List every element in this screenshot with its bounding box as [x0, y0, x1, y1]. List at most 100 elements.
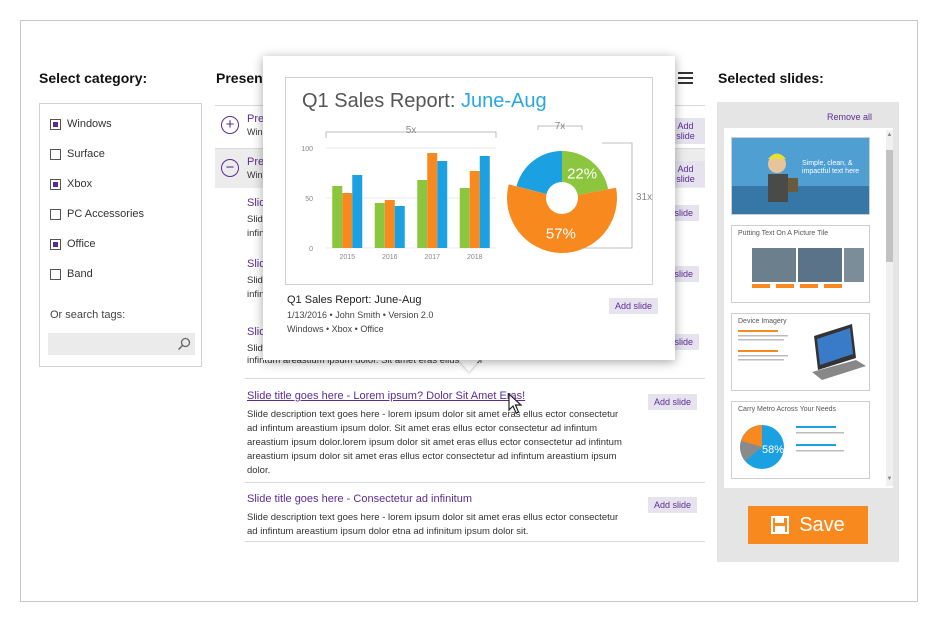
category-label: Xbox	[67, 178, 93, 190]
popup-slide-name: Q1 Sales Report: June-Aug	[287, 294, 422, 306]
bar	[479, 156, 490, 248]
menu-icon[interactable]	[678, 72, 693, 84]
slide-desc: Slid	[247, 275, 263, 286]
mouse-cursor-icon	[508, 393, 523, 414]
thumbs-scrollbar[interactable]: ▲ ▼	[886, 130, 893, 486]
slide-thumb[interactable]: Device Imagery	[731, 313, 870, 391]
save-label: Save	[799, 513, 845, 536]
x-tick-label: 2018	[467, 254, 483, 261]
bar	[352, 175, 363, 248]
category-heading: Select category:	[39, 70, 148, 86]
selected-slides-heading: Selected slides:	[718, 70, 824, 86]
presentation-subtitle: Win	[247, 127, 263, 137]
slide-item: Slide title goes here - Consectetur ad i…	[245, 489, 705, 539]
search-tags-input[interactable]	[48, 333, 195, 355]
checkbox-unchecked[interactable]	[50, 148, 61, 160]
presentation-subtitle: Win	[247, 170, 263, 180]
slide-description: Slide description text goes here - lorem…	[247, 512, 619, 537]
slide-title-link[interactable]: Slide title goes here - Consectetur ad i…	[247, 493, 472, 505]
y-tick-label: 50	[305, 196, 313, 203]
category-office[interactable]: Office	[50, 236, 96, 252]
y-tick-label: 100	[301, 146, 313, 153]
popup-add-slide-button[interactable]: Add slide	[609, 298, 659, 314]
slide-thumb[interactable]: Putting Text On A Picture Tile	[731, 225, 870, 303]
selected-slides-panel: Remove all Simple, clean, & impactful te…	[717, 102, 899, 562]
bar	[394, 206, 405, 248]
bar	[469, 171, 480, 248]
chart-annotation: 5x	[406, 125, 417, 136]
save-button[interactable]: Save	[748, 506, 868, 544]
thumb-image	[752, 248, 864, 288]
presentations-heading: Present	[216, 70, 268, 86]
bar	[332, 186, 343, 248]
search-icon[interactable]	[177, 337, 191, 351]
thumb-image	[738, 324, 866, 380]
add-slide-button[interactable]: Add slide	[648, 394, 698, 410]
y-tick-label: 0	[309, 246, 313, 253]
bar	[437, 161, 448, 248]
category-band[interactable]: Band	[50, 266, 93, 282]
popup-slide-tags: Windows • Xbox • Office	[287, 324, 384, 334]
category-surface[interactable]: Surface	[50, 146, 105, 162]
category-xbox[interactable]: Xbox	[50, 176, 92, 192]
collapse-icon[interactable]: −	[221, 159, 239, 177]
pie-label: 22%	[567, 166, 597, 183]
bar	[342, 193, 353, 248]
chart-annotation: 31x	[636, 192, 652, 203]
presentation-title[interactable]: Pre	[247, 113, 264, 125]
bar	[459, 188, 470, 248]
bar	[427, 153, 438, 248]
thumb-caption: Simple, clean, & impactful text here	[802, 160, 860, 175]
remove-all-link[interactable]: Remove all	[827, 112, 872, 122]
slide-description: Slide description text goes here - lorem…	[247, 409, 622, 476]
thumb-pie-label: 58%	[762, 444, 785, 456]
category-panel: Windows Surface Xbox PC Accessories Offi…	[39, 103, 202, 367]
category-windows[interactable]: Windows	[50, 116, 112, 132]
search-tags-label: Or search tags:	[50, 309, 126, 321]
slide-preview-popup: Q1 Sales Report: June-Aug 0 50 100 5x 2015 20…	[263, 56, 675, 360]
checkbox-checked[interactable]	[50, 178, 61, 190]
floppy-disk-icon	[771, 516, 790, 534]
bar	[374, 203, 385, 248]
checkbox-checked[interactable]	[50, 118, 61, 130]
slide-thumb[interactable]: Simple, clean, & impactful text here	[731, 137, 870, 215]
pie-label: 57%	[546, 225, 576, 242]
divider	[245, 378, 705, 379]
expand-icon[interactable]: +	[221, 116, 239, 134]
slide-item: Slide title goes here - Lorem ipsum? Dol…	[245, 386, 705, 478]
presentation-title[interactable]: Pre	[247, 156, 264, 168]
x-tick-label: 2017	[424, 254, 440, 261]
scroll-down-icon[interactable]: ▼	[886, 476, 893, 482]
pie-slice	[516, 151, 562, 195]
category-label: Surface	[67, 148, 105, 160]
bar	[417, 180, 428, 248]
checkbox-unchecked[interactable]	[50, 268, 61, 280]
x-tick-label: 2016	[382, 254, 398, 261]
bar	[384, 200, 395, 248]
category-label: Windows	[67, 118, 112, 130]
slide-thumb[interactable]: Carry Metro Across Your Needs 58%	[731, 401, 870, 479]
selected-thumbs-list: Simple, clean, & impactful text here Put…	[724, 128, 893, 488]
scroll-up-icon[interactable]: ▲	[886, 132, 893, 138]
slide-preview: Q1 Sales Report: June-Aug 0 50 100 5x 2015 20…	[285, 77, 653, 285]
divider	[245, 482, 705, 483]
category-label: Band	[67, 268, 93, 280]
add-slide-button[interactable]: Add slide	[648, 497, 698, 513]
slide-title-link[interactable]: Slide title goes here - Lorem ipsum? Dol…	[247, 390, 525, 402]
scrollbar-thumb[interactable]	[886, 150, 893, 262]
category-label: PC Accessories	[67, 208, 145, 220]
slide-desc: infin	[247, 289, 265, 300]
slide-desc: Slid	[247, 214, 263, 225]
thumb-image	[740, 425, 844, 469]
checkbox-unchecked[interactable]	[50, 208, 61, 220]
x-tick-label: 2015	[339, 254, 355, 261]
preview-chart: 0 50 100 5x 2015 2016 2017 2018 22% 57% 7x 31x	[301, 121, 652, 261]
category-pc-accessories[interactable]: PC Accessories	[50, 206, 144, 222]
popup-arrow	[457, 358, 481, 372]
pie-slice	[507, 184, 617, 253]
thumb-image	[732, 138, 869, 214]
checkbox-checked[interactable]	[50, 238, 61, 250]
chart-annotation: 7x	[555, 121, 566, 132]
slide-desc: infin	[247, 228, 265, 239]
category-label: Office	[67, 238, 96, 250]
